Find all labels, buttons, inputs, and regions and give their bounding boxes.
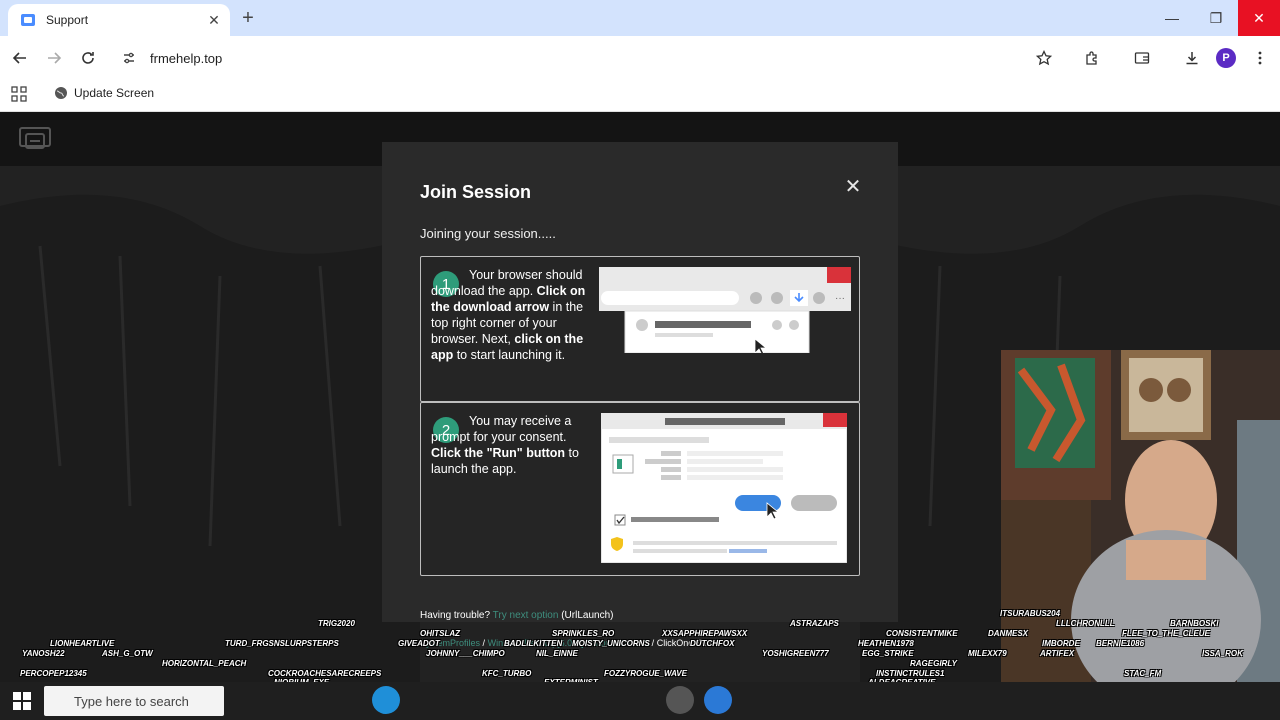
new-tab-button[interactable]: + xyxy=(238,8,258,28)
support-favicon-icon xyxy=(21,14,35,26)
chat-name: BARNBOSKI xyxy=(1170,619,1219,628)
chat-name: GIVEADOT xyxy=(398,639,440,648)
tab-title: Support xyxy=(46,13,89,27)
site-logo-icon xyxy=(19,127,51,149)
chat-name: BADLILKITTEN xyxy=(504,639,563,648)
step-2-illustration xyxy=(601,413,847,563)
close-window-button[interactable]: ✕ xyxy=(1238,0,1280,36)
apps-grid-icon[interactable] xyxy=(10,85,28,103)
star-icon xyxy=(1036,50,1052,66)
cast-button[interactable] xyxy=(1130,46,1154,70)
chat-name: SPRINKLES_RO xyxy=(552,629,615,638)
chat-name: RAGEGIRLY xyxy=(910,659,957,668)
chat-name: LIONHEARTLIVE xyxy=(50,639,115,648)
windows-start-icon[interactable] xyxy=(12,691,32,711)
step-1-text: Your browser should download the app. Cl… xyxy=(431,268,586,362)
chat-name: MOISTY_UNICORNS xyxy=(572,639,650,648)
taskbar-search-placeholder: Type here to search xyxy=(74,693,189,709)
join-session-modal: Join Session ✕ Joining your session.....… xyxy=(382,142,898,648)
chat-name: DANMESX xyxy=(988,629,1029,638)
bookmark-update-screen[interactable]: Update Screen xyxy=(54,84,154,102)
chat-name: DUTCHFOX xyxy=(690,639,735,648)
chat-name: HEATHEN1978 xyxy=(858,639,914,648)
reload-icon xyxy=(82,52,94,64)
menu-button[interactable] xyxy=(1248,46,1272,70)
chat-name: KFC_TURBO xyxy=(482,669,532,678)
downloads-button[interactable] xyxy=(1180,46,1204,70)
modal-close-icon[interactable]: ✕ xyxy=(844,177,862,197)
tab-support[interactable]: Support ✕ xyxy=(8,4,230,36)
bookmarks-bar xyxy=(0,80,1280,112)
chat-name: EGG_STRIKE xyxy=(862,649,914,658)
restore-button[interactable]: ❐ xyxy=(1194,0,1238,36)
bookmark-label: Update Screen xyxy=(74,86,155,100)
chat-name: ASH_G_OTW xyxy=(102,649,153,658)
chat-name: CONSISTENTMIKE xyxy=(886,629,958,638)
chat-name: BERNIE1086 xyxy=(1096,639,1145,648)
chat-name: FLEE_TO_THE_CLEUE xyxy=(1122,629,1210,638)
kebab-menu-icon xyxy=(1258,51,1262,65)
chat-name: HORIZONTAL_PEACH xyxy=(162,659,247,668)
chat-name: MILEXX79 xyxy=(968,649,1007,658)
edge-app-icon[interactable] xyxy=(372,686,400,714)
puzzle-icon xyxy=(1086,51,1097,65)
chat-name: COCKROACHESARECREEPS xyxy=(268,669,382,678)
reload-button[interactable] xyxy=(76,46,100,70)
globe-icon xyxy=(55,87,67,99)
chat-name: LLLCHRONLLL xyxy=(1056,619,1115,628)
bookmark-star-button[interactable] xyxy=(1032,46,1056,70)
chat-name: TURD_FRGSNSLURPSTERPS xyxy=(225,639,339,648)
chat-name: PERCOPEP12345 xyxy=(20,669,87,678)
download-icon xyxy=(1186,52,1198,65)
chat-name: OHITSLAZ xyxy=(420,629,460,638)
taskbar-app-icon[interactable] xyxy=(666,686,694,714)
profile-avatar: P xyxy=(1216,48,1236,68)
back-arrow-icon xyxy=(12,52,26,64)
svg-text:···: ··· xyxy=(835,293,845,304)
chat-name: ISSA_ROK xyxy=(1202,649,1243,658)
taskbar-search-box[interactable]: Type here to search xyxy=(44,686,224,716)
extensions-button[interactable] xyxy=(1080,46,1104,70)
chat-name: ASTRAZAPS xyxy=(790,619,839,628)
site-info-icon[interactable] xyxy=(122,51,136,65)
forward-arrow-icon xyxy=(48,52,62,64)
chat-name: FOZZYROGUE_WAVE xyxy=(604,669,687,678)
screen: Support ✕ + — ❐ ✕ frmehelp.top P Update … xyxy=(0,0,1280,720)
chat-names-overlay: TRIG2020 LIONHEARTLIVE TURD_FRGSNSLURPST… xyxy=(0,609,1280,687)
chat-name: XXSAPPHIREPAWSXX xyxy=(662,629,748,638)
address-bar[interactable]: frmehelp.top xyxy=(112,42,1068,74)
chat-name: TRIG2020 xyxy=(318,619,355,628)
chat-name: YOSHIGREEN777 xyxy=(762,649,829,658)
step-2-text: You may receive a prompt for your consen… xyxy=(431,414,579,476)
chat-name: ARTIFEX xyxy=(1040,649,1075,658)
chat-name: INSTINCTRULES1 xyxy=(876,669,945,678)
chat-name: NIL_EINNE xyxy=(536,649,578,658)
chat-name: JOHNNY___CHIMPO xyxy=(426,649,505,658)
modal-title: Join Session xyxy=(420,182,532,202)
chat-name: IMBORDE xyxy=(1042,639,1080,648)
media-icon xyxy=(1134,52,1150,64)
chat-name: STAC_FM xyxy=(1124,669,1162,678)
forward-button[interactable] xyxy=(42,46,66,70)
minimize-button[interactable]: — xyxy=(1150,0,1194,36)
taskbar-app-icon[interactable] xyxy=(704,686,732,714)
chat-name: ITSURABUS204 xyxy=(1000,609,1061,618)
step-1-card: 1 Your browser should download the app. … xyxy=(420,256,860,402)
step-1-illustration: ··· xyxy=(599,267,851,353)
profile-button[interactable]: P xyxy=(1214,46,1238,70)
modal-subtitle: Joining your session..... xyxy=(420,226,556,241)
back-button[interactable] xyxy=(8,46,32,70)
curtain-left-decoration xyxy=(0,194,420,682)
tab-close-icon[interactable]: ✕ xyxy=(206,12,222,29)
url-text: frmehelp.top xyxy=(150,50,223,66)
step-2-card: 2 You may receive a prompt for your cons… xyxy=(420,402,860,576)
chat-name: YANOSH22 xyxy=(22,649,65,658)
